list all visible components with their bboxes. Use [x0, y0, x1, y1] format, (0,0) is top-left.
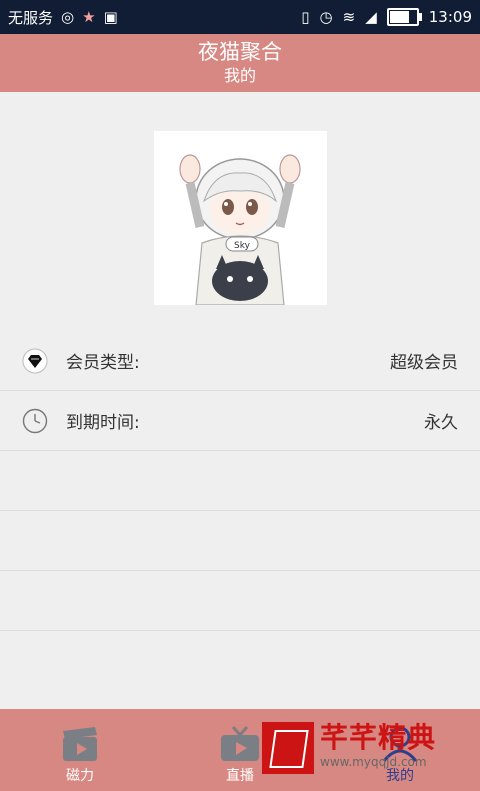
vibrate-icon: ▯	[301, 8, 310, 26]
alarm-icon: ◷	[319, 8, 333, 26]
clock-time: 13:09	[428, 8, 472, 26]
image-icon: ▣	[103, 8, 118, 26]
nav-item-magnet[interactable]: 磁力	[0, 709, 160, 791]
battery-icon	[386, 8, 422, 26]
avatar[interactable]: Sky	[154, 131, 327, 305]
expiry-label: 到期时间:	[66, 413, 140, 433]
status-bar: 无服务 ◎ ★ ▣ ▯ ◷ ≋ ◢ 13:09	[0, 0, 480, 34]
profile-info-list: 会员类型: 超级会员 到期时间: 永久	[0, 331, 480, 631]
app-title: 夜猫聚合	[198, 40, 282, 64]
empty-row	[0, 571, 480, 631]
nav-label-magnet: 磁力	[66, 768, 94, 784]
watermark-title: 芊芊精典	[320, 721, 437, 754]
clapperboard-icon	[63, 727, 97, 761]
watermark: 芊芊精典 www.myqqjd.com	[262, 722, 436, 774]
expiry-row: 到期时间: 永久	[0, 391, 480, 451]
carrier-text: 无服务	[8, 8, 54, 27]
membership-type-value: 超级会员	[390, 353, 458, 373]
watermark-logo-icon	[262, 722, 314, 774]
nfc-icon: ◎	[61, 8, 75, 26]
tv-icon	[221, 726, 259, 761]
nav-label-live: 直播	[226, 768, 254, 784]
app-header: 夜猫聚合 我的	[0, 34, 480, 92]
clock-icon	[22, 408, 48, 434]
star-icon: ★	[82, 8, 96, 26]
svg-text:Sky: Sky	[234, 241, 251, 251]
wifi-icon: ≋	[342, 8, 356, 26]
membership-type-row: 会员类型: 超级会员	[0, 331, 480, 391]
watermark-url: www.myqqjd.com	[320, 755, 427, 769]
signal-icon: ◢	[365, 8, 377, 26]
membership-type-label: 会员类型:	[66, 353, 140, 373]
page-title: 我的	[223, 66, 256, 85]
empty-row	[0, 451, 480, 511]
diamond-icon	[22, 348, 48, 374]
expiry-value: 永久	[424, 413, 458, 433]
empty-row	[0, 511, 480, 571]
anime-avatar-image: Sky	[154, 131, 327, 305]
